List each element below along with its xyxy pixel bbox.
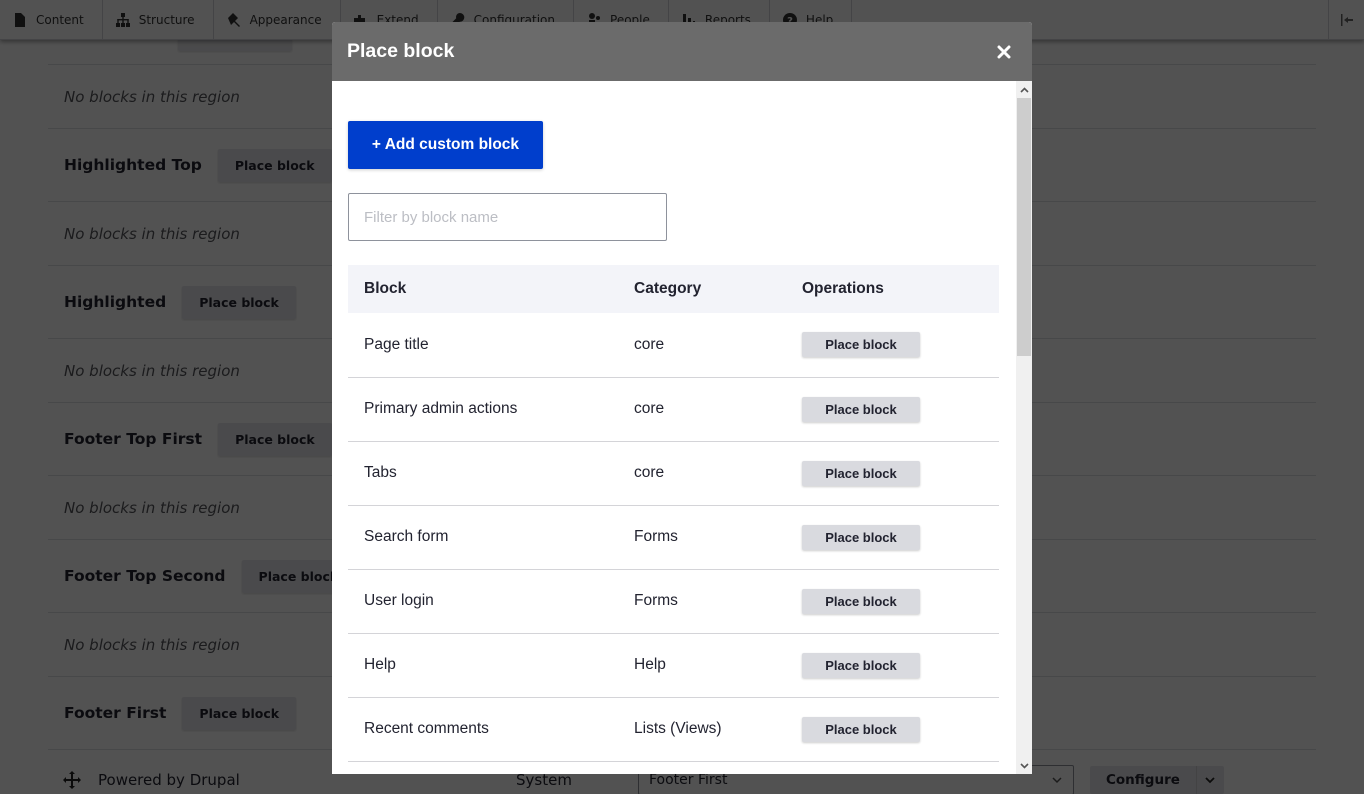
column-header-category: Category: [634, 280, 702, 297]
block-name-cell: Primary admin actions: [348, 377, 618, 442]
table-row: Recent comments Lists (Views) Place bloc…: [348, 697, 999, 762]
category-cell: core: [618, 313, 786, 378]
category-cell: core: [618, 377, 786, 442]
category-cell: Help: [618, 633, 786, 698]
add-custom-block-button[interactable]: + Add custom block: [348, 121, 543, 169]
category-cell: core: [618, 441, 786, 506]
table-header-row: Block Category Operations: [348, 265, 999, 313]
dialog-title: Place block: [347, 40, 455, 62]
operations-cell: Place block: [786, 697, 999, 762]
category-cell: Forms: [618, 505, 786, 570]
block-name-cell: User login: [348, 569, 618, 634]
place-block-button[interactable]: Place block: [802, 716, 920, 742]
table-row: User login Forms Place block: [348, 569, 999, 634]
chevron-up-icon: [1019, 86, 1029, 93]
place-block-button[interactable]: Place block: [802, 332, 920, 358]
dialog-scrollbar[interactable]: [1016, 81, 1032, 774]
place-block-button[interactable]: Place block: [802, 460, 920, 486]
scroll-thumb[interactable]: [1017, 98, 1031, 356]
operations-cell: Place block: [786, 569, 999, 634]
operations-cell: Place block: [786, 441, 999, 506]
dialog-body: + Add custom block Block Category Operat…: [332, 81, 1032, 774]
block-name-cell: Recent comments: [348, 697, 618, 762]
place-block-button[interactable]: Place block: [802, 524, 920, 550]
operations-cell: Place block: [786, 505, 999, 570]
block-name-cell: Search form: [348, 505, 618, 570]
table-row: Primary admin actions core Place block: [348, 377, 999, 442]
operations-cell: Place block: [786, 313, 999, 378]
close-button[interactable]: [994, 42, 1014, 62]
operations-cell: Place block: [786, 633, 999, 698]
column-header-operations: Operations: [802, 280, 884, 297]
table-row: Tabs core Place block: [348, 441, 999, 506]
block-name-cell: Page title: [348, 313, 618, 378]
dialog-titlebar: Place block: [332, 22, 1032, 81]
table-row: Help Help Place block: [348, 633, 999, 698]
column-header-block: Block: [364, 280, 407, 297]
table-row: Search form Forms Place block: [348, 505, 999, 570]
table-row: Page title core Place block: [348, 313, 999, 378]
chevron-down-icon: [1019, 762, 1029, 769]
block-name-cell: Help: [348, 633, 618, 698]
scroll-down-button[interactable]: [1016, 757, 1032, 774]
filter-by-block-name-input[interactable]: [348, 193, 667, 241]
block-list-table: Block Category Operations Page title cor…: [348, 265, 999, 762]
scroll-up-button[interactable]: [1016, 81, 1032, 98]
category-cell: Lists (Views): [618, 697, 786, 762]
operations-cell: Place block: [786, 377, 999, 442]
place-block-button[interactable]: Place block: [802, 396, 920, 422]
place-block-button[interactable]: Place block: [802, 588, 920, 614]
place-block-dialog: Place block + Add custom block Block Cat…: [332, 22, 1032, 774]
category-cell: Forms: [618, 569, 786, 634]
block-name-cell: Tabs: [348, 441, 618, 506]
place-block-button[interactable]: Place block: [802, 652, 920, 678]
close-icon: [997, 45, 1011, 58]
